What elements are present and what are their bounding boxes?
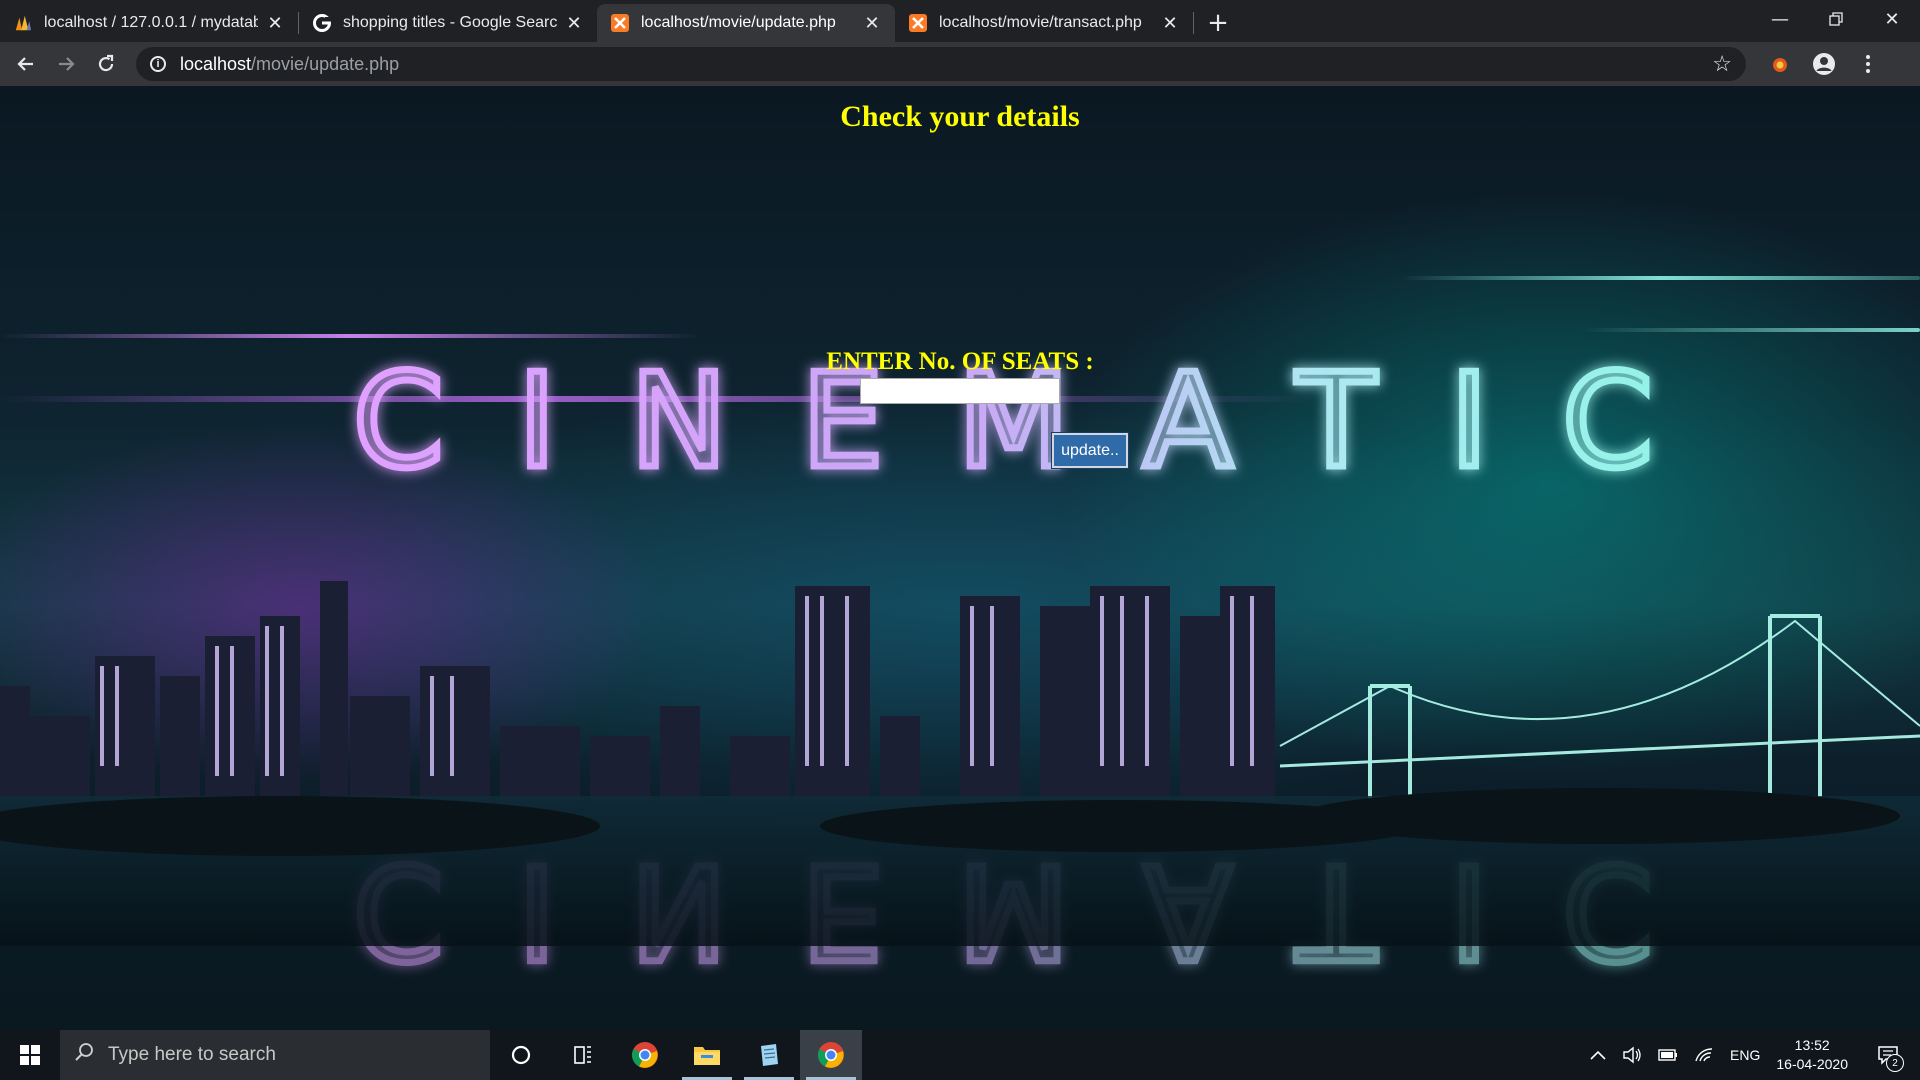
tab-google-search[interactable]: shopping titles - Google Search ✕ (299, 4, 597, 42)
reload-icon[interactable] (86, 44, 126, 84)
window-controls: — ✕ (1752, 0, 1920, 38)
tab-title: shopping titles - Google Search (343, 14, 557, 31)
city-skyline (0, 581, 1920, 946)
task-view-icon[interactable] (552, 1030, 614, 1080)
clock-time: 13:52 (1794, 1037, 1830, 1053)
address-bar[interactable]: i localhost/movie/update.php ☆ (136, 47, 1746, 81)
close-tab-icon[interactable]: ✕ (266, 13, 284, 34)
seats-label: ENTER No. OF SEATS : (826, 348, 1094, 375)
language-indicator[interactable]: ENG (1730, 1047, 1760, 1063)
back-icon[interactable] (6, 44, 46, 84)
bookmark-star-icon[interactable]: ☆ (1712, 51, 1732, 77)
browser-toolbar: i localhost/movie/update.php ☆ (0, 42, 1920, 86)
tab-transact-php[interactable]: localhost/movie/transact.php ✕ (895, 4, 1193, 42)
tab-title: localhost/movie/update.php (641, 14, 836, 31)
google-icon (313, 14, 331, 32)
clock[interactable]: 13:52 16-04-2020 (1776, 1036, 1848, 1074)
cortana-icon[interactable] (490, 1030, 552, 1080)
chevron-up-icon[interactable] (1590, 1050, 1606, 1060)
close-tab-icon[interactable]: ✕ (565, 13, 583, 34)
notification-count-badge: 2 (1886, 1054, 1904, 1072)
volume-icon[interactable] (1622, 1046, 1642, 1064)
xampp-icon (611, 14, 629, 32)
profile-avatar-icon[interactable] (1802, 44, 1846, 84)
menu-kebab-icon[interactable] (1846, 44, 1890, 84)
browser-tab-strip: localhost / 127.0.0.1 / mydatabas ✕ shop… (0, 0, 1920, 42)
tab-title: localhost / 127.0.0.1 / mydatabas (44, 14, 258, 31)
cinematic-neon-logo: CINEMATIC (349, 342, 1656, 487)
tab-phpmyadmin[interactable]: localhost / 127.0.0.1 / mydatabas ✕ (0, 4, 298, 42)
file-explorer-icon[interactable] (676, 1030, 738, 1080)
toolbar-right (1758, 44, 1890, 84)
info-icon[interactable]: i (150, 56, 166, 72)
new-tab-button[interactable]: + (1200, 4, 1236, 42)
system-tray: ENG 13:52 16-04-2020 2 (1582, 1030, 1920, 1080)
taskbar-search-box[interactable]: Type here to search (60, 1030, 490, 1080)
page-title: Check your details (840, 100, 1080, 133)
windows-taskbar: Type here to search ENG 13:52 16-04-2020… (0, 1030, 1920, 1080)
tab-update-php[interactable]: localhost/movie/update.php ✕ (597, 4, 895, 42)
close-tab-icon[interactable]: ✕ (1161, 13, 1179, 34)
xampp-icon (909, 14, 927, 32)
chrome-running-icon[interactable] (800, 1030, 862, 1080)
page-content: CINEMATIC CINEMATIC (0, 86, 1920, 1030)
address-path: /movie/update.php (251, 53, 400, 74)
notifications-icon[interactable]: 2 (1864, 1030, 1912, 1080)
forward-icon[interactable] (46, 44, 86, 84)
chrome-icon[interactable] (614, 1030, 676, 1080)
update-button[interactable]: update.. (1051, 432, 1129, 469)
tab-separator (1193, 12, 1194, 34)
clock-date: 16-04-2020 (1776, 1056, 1848, 1072)
address-host: localhost (180, 53, 252, 74)
restore-icon[interactable] (1808, 0, 1864, 38)
wifi-icon[interactable] (1694, 1047, 1714, 1063)
seats-input[interactable] (860, 378, 1060, 404)
battery-icon[interactable] (1658, 1049, 1678, 1061)
extension-icon[interactable] (1758, 44, 1802, 84)
close-window-icon[interactable]: ✕ (1864, 0, 1920, 38)
notepad-icon[interactable] (738, 1030, 800, 1080)
close-tab-icon[interactable]: ✕ (863, 13, 881, 34)
tab-title: localhost/movie/transact.php (939, 14, 1142, 31)
search-placeholder: Type here to search (108, 1044, 276, 1065)
phpmyadmin-icon (14, 14, 32, 32)
screen: localhost / 127.0.0.1 / mydatabas ✕ shop… (0, 0, 1920, 1080)
search-icon (74, 1042, 94, 1068)
windows-start-icon[interactable] (0, 1030, 60, 1080)
minimize-icon[interactable]: — (1752, 0, 1808, 38)
